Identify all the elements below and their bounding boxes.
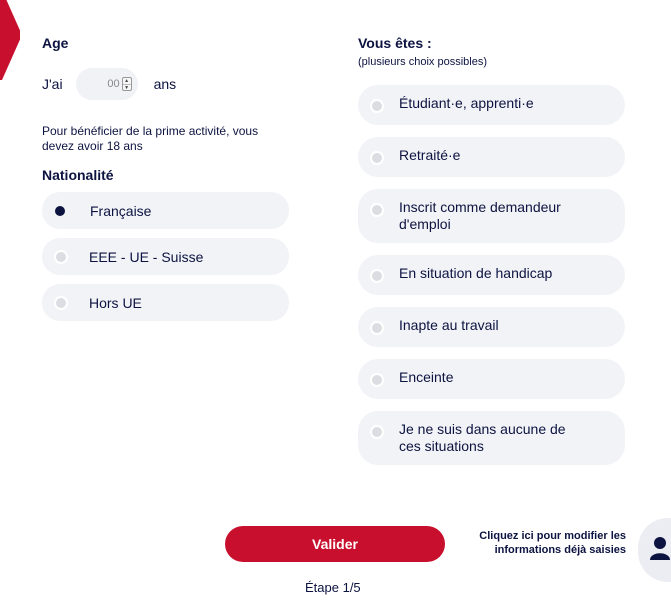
nationality-option-hors-ue[interactable]: Hors UE xyxy=(42,284,289,321)
situation-option-label: Étudiant·e, apprenti·e xyxy=(399,95,534,111)
spinner-down-icon[interactable]: ▼ xyxy=(122,84,131,91)
checkbox-icon[interactable] xyxy=(370,203,384,217)
situation-option-label: Je ne suis dans aucune de ces situations xyxy=(399,421,566,454)
nationality-option-francaise[interactable]: Française xyxy=(42,192,289,229)
situation-title: Vous êtes : xyxy=(358,35,432,51)
situation-option-retraite[interactable]: Retraité·e xyxy=(358,137,625,177)
age-spinner[interactable]: ▲ ▼ xyxy=(121,77,132,91)
age-row: J'ai 00 ▲ ▼ ans xyxy=(42,68,176,100)
situation-option-label: Enceinte xyxy=(399,369,454,385)
modify-info-link[interactable]: Cliquez ici pour modifier les informatio… xyxy=(470,529,626,557)
step-indicator: Étape 1/5 xyxy=(305,580,361,595)
corner-decoration xyxy=(0,0,20,80)
age-value: 00 xyxy=(107,78,120,90)
checkbox-icon[interactable] xyxy=(370,269,384,283)
avatar-button[interactable] xyxy=(638,518,671,582)
situation-option-inapte[interactable]: Inapte au travail xyxy=(358,307,625,347)
checkbox-icon[interactable] xyxy=(370,321,384,335)
radio-icon[interactable] xyxy=(54,295,68,310)
nationality-option-label: EEE - UE - Suisse xyxy=(89,248,204,265)
nationality-title: Nationalité xyxy=(42,167,114,183)
nationality-option-eee[interactable]: EEE - UE - Suisse xyxy=(42,238,289,275)
situation-option-aucune[interactable]: Je ne suis dans aucune de ces situations xyxy=(358,411,625,465)
age-prefix: J'ai xyxy=(42,76,63,92)
age-input[interactable]: 00 ▲ ▼ xyxy=(75,68,138,100)
situation-option-etudiant[interactable]: Étudiant·e, apprenti·e xyxy=(358,85,625,125)
situation-option-label: Inapte au travail xyxy=(399,317,499,333)
situation-option-label: Inscrit comme demandeur d'emploi xyxy=(399,199,561,232)
situation-option-label: Retraité·e xyxy=(399,147,461,163)
nationality-option-label: Française xyxy=(90,202,152,219)
checkbox-icon[interactable] xyxy=(370,373,384,387)
situation-option-demandeur-emploi[interactable]: Inscrit comme demandeur d'emploi xyxy=(358,189,625,243)
radio-icon[interactable] xyxy=(54,249,68,264)
situation-option-handicap[interactable]: En situation de handicap xyxy=(358,255,625,295)
age-note: Pour bénéficier de la prime activité, vo… xyxy=(42,124,259,153)
age-suffix: ans xyxy=(153,76,177,92)
checkbox-icon[interactable] xyxy=(370,425,384,439)
checkbox-icon[interactable] xyxy=(370,151,384,165)
checkbox-icon[interactable] xyxy=(370,99,384,113)
user-icon xyxy=(650,536,670,565)
situation-subtitle: (plusieurs choix possibles) xyxy=(358,56,487,68)
age-title: Age xyxy=(42,35,69,51)
nationality-option-label: Hors UE xyxy=(89,294,142,311)
situation-option-enceinte[interactable]: Enceinte xyxy=(358,359,625,399)
situation-option-label: En situation de handicap xyxy=(399,265,553,281)
validate-button[interactable]: Valider xyxy=(225,526,445,562)
radio-selected-icon[interactable] xyxy=(55,205,65,216)
